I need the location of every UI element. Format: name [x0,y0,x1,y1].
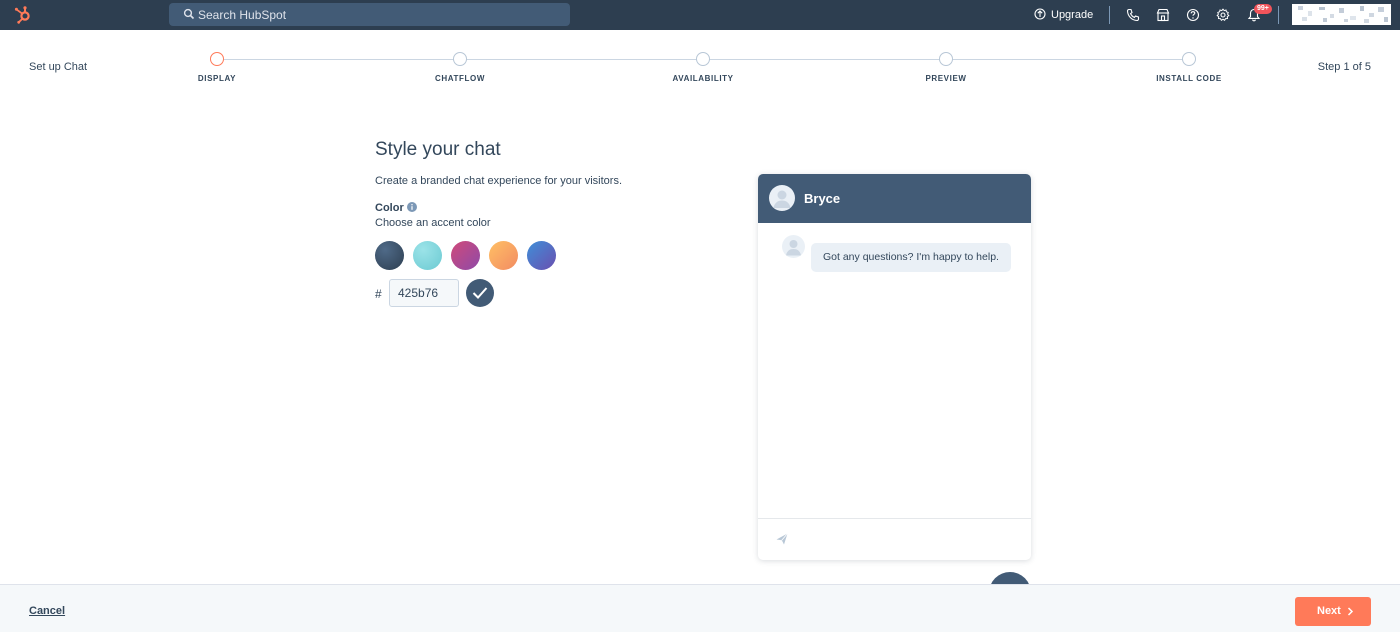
search-placeholder: Search HubSpot [198,8,287,22]
color-swatch-blue[interactable] [527,241,556,270]
next-button[interactable]: Next [1295,597,1371,626]
chat-widget-preview: Bryce Got any questions? I'm happy to he… [758,174,1031,560]
step-install-code[interactable]: INSTALL CODE [1129,52,1249,83]
step-availability[interactable]: AVAILABILITY [643,52,763,83]
help-icon[interactable] [1186,8,1200,22]
search-icon [183,8,195,20]
step-label: DISPLAY [197,74,237,83]
footer-bar: Cancel Next [0,584,1400,632]
top-navigation-bar: Search HubSpot Upgrade 99+ [0,0,1400,30]
page-description: Create a branded chat experience for you… [375,175,623,187]
nav-divider [1109,6,1110,24]
account-menu-avatar[interactable] [1292,4,1391,25]
color-sublabel: Choose an accent color [375,217,491,229]
info-icon[interactable] [407,202,417,212]
chat-message-bubble: Got any questions? I'm happy to help. [811,243,1011,272]
phone-icon[interactable] [1126,8,1140,22]
selected-color-indicator[interactable] [466,279,494,307]
agent-avatar [769,185,795,211]
send-message-icon[interactable] [775,532,789,546]
chat-header: Bryce [758,174,1031,223]
checkmark-icon [472,287,488,299]
settings-gear-icon[interactable] [1216,8,1230,22]
message-avatar [782,235,805,258]
step-display[interactable]: DISPLAY [157,52,277,83]
step-label: CHATFLOW [435,74,485,83]
step-indicator-active [210,52,224,66]
step-indicator [453,52,467,66]
step-indicator [1182,52,1196,66]
hex-hash-symbol: # [375,287,382,301]
page-title: Style your chat [375,139,501,160]
hubspot-logo-icon[interactable] [13,5,33,25]
chevron-right-icon [1347,607,1354,616]
chat-input-divider [758,518,1031,519]
color-label: Color [375,202,404,214]
cancel-link[interactable]: Cancel [29,605,65,617]
next-label: Next [1317,605,1341,617]
step-preview[interactable]: PREVIEW [886,52,1006,83]
setup-chat-label: Set up Chat [29,61,88,73]
step-label: PREVIEW [925,74,967,83]
user-avatar-icon [773,190,791,208]
step-counter: Step 1 of 5 [1317,61,1371,73]
color-swatch-magenta[interactable] [451,241,480,270]
color-swatch-orange[interactable] [489,241,518,270]
search-input[interactable]: Search HubSpot [169,3,570,26]
user-avatar-icon [786,240,801,256]
step-indicator [696,52,710,66]
upgrade-label: Upgrade [1051,9,1094,21]
nav-divider [1278,6,1279,24]
upgrade-icon [1034,8,1046,20]
notification-count-badge: 99+ [1254,4,1272,14]
agent-name: Bryce [804,191,841,206]
step-indicator [939,52,953,66]
color-swatch-slate[interactable] [375,241,404,270]
step-chatflow[interactable]: CHATFLOW [400,52,520,83]
redacted-account-image [1298,6,1388,23]
hex-color-input[interactable] [389,279,459,307]
color-swatch-teal[interactable] [413,241,442,270]
marketplace-icon[interactable] [1156,8,1170,22]
step-label: INSTALL CODE [1156,74,1222,83]
step-label: AVAILABILITY [672,74,734,83]
